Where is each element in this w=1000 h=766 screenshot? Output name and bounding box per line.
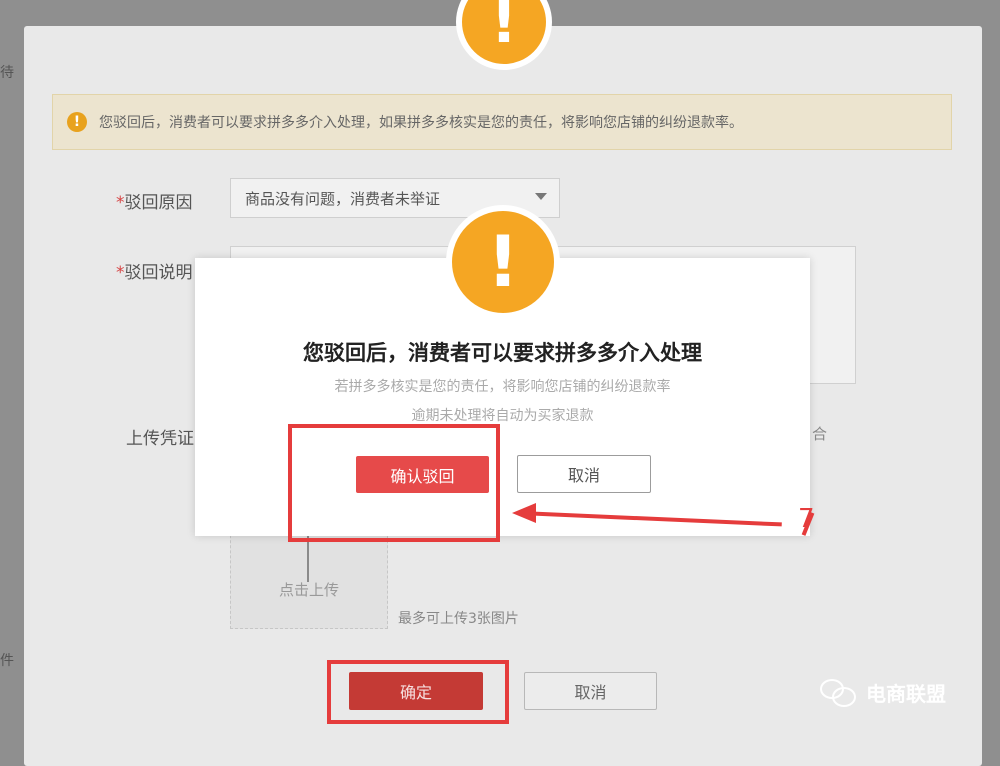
notice-banner: ! 您驳回后，消费者可以要求拼多多介入处理，如果拼多多核实是您的责任，将影响您店… [52, 94, 952, 150]
modal-cancel-button[interactable]: 取消 [517, 455, 651, 493]
cancel-button[interactable]: 取消 [524, 672, 657, 710]
watermark-text: 电商联盟 [866, 681, 946, 706]
right-hint-fragment: 合 [812, 425, 828, 443]
annotation-highlight-box [327, 660, 509, 724]
notice-text: 您驳回后，消费者可以要求拼多多介入处理，如果拼多多核实是您的责任，将影响您店铺的… [99, 115, 743, 131]
chevron-down-icon [535, 193, 547, 200]
wechat-icon [820, 677, 856, 707]
background-page-fragment: 待 [0, 65, 14, 81]
info-warning-icon: ! [67, 112, 87, 132]
upload-hint: 最多可上传3张图片 [398, 611, 519, 627]
reason-select-value: 商品没有问题，消费者未举证 [245, 189, 441, 208]
explain-label: *驳回说明 [116, 263, 193, 283]
upload-button-label: 点击上传 [278, 581, 339, 599]
upload-label: 上传凭证 [126, 429, 194, 449]
annotation-highlight-box [288, 424, 500, 542]
watermark: 电商联盟 [820, 677, 946, 707]
annotation-number: 7 [798, 504, 815, 534]
reason-label: *驳回原因 [116, 193, 193, 213]
modal-subtitle: 逾期未处理将自动为买家退款 [411, 408, 594, 424]
plus-icon [307, 536, 309, 582]
modal-title: 您驳回后，消费者可以要求拼多多介入处理 [303, 341, 702, 365]
warning-icon: ! [446, 205, 560, 319]
modal-subtitle: 若拼多多核实是您的责任，将影响您店铺的纠纷退款率 [334, 379, 671, 395]
background-page-fragment: 件 [0, 653, 14, 669]
annotation-arrow-head [512, 503, 536, 523]
